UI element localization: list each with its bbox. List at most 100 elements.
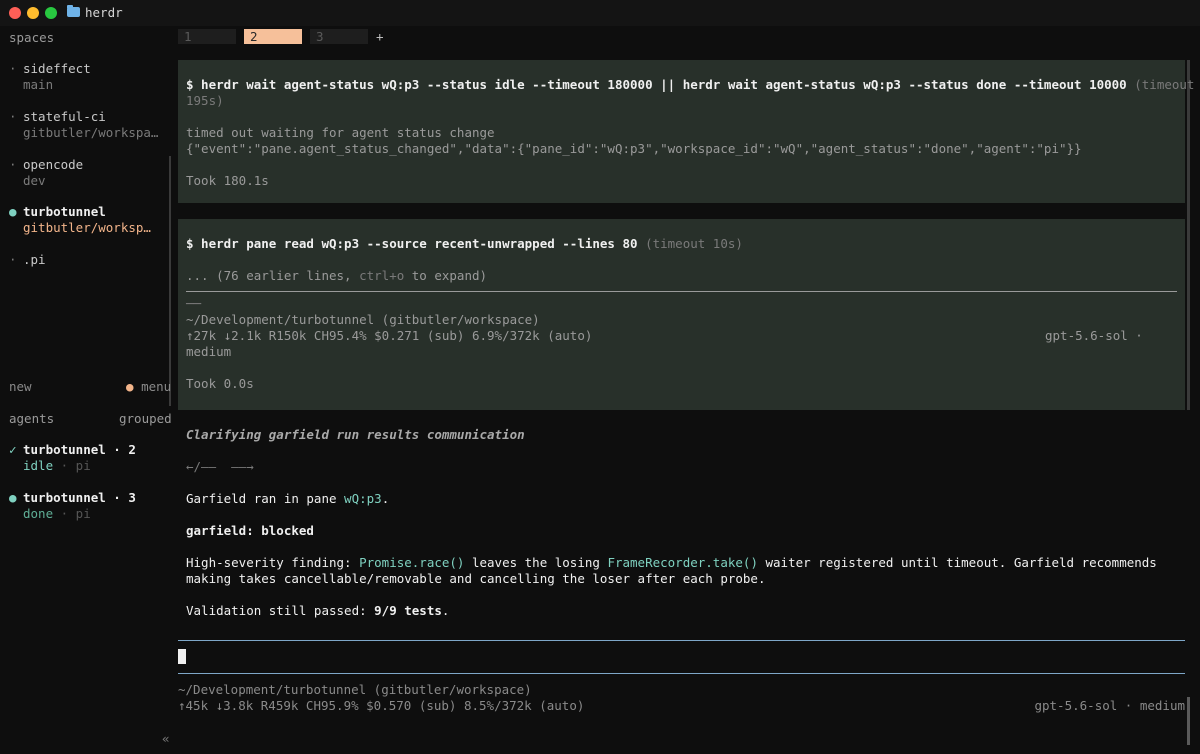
message-text: waiter registered until timeout. Garfiel… (757, 555, 1157, 570)
stats-text: ↑45k ↓3.8k R459k CH95.9% $0.570 (sub) 8.… (178, 698, 585, 713)
output-stats: ↑27k ↓2.1k R150k CH95.4% $0.271 (sub) 6.… (186, 328, 1177, 344)
title-bar: herdr (0, 0, 1200, 26)
grouped-toggle[interactable]: grouped (119, 411, 172, 426)
thinking-heading: Clarifying garfield run results communic… (186, 427, 525, 442)
agent-kind: · pi (53, 458, 91, 473)
finding-line: High-severity finding: Promise.race() le… (186, 555, 1186, 571)
output-path: ~/Development/turbotunnel (gitbutler/wor… (186, 312, 540, 327)
agent-kind: · pi (53, 506, 91, 521)
agent-status: idle (23, 458, 54, 473)
spaces-heading: spaces (9, 30, 55, 45)
space-name: turbotunnel (23, 204, 106, 219)
space-turbotunnel[interactable]: ● turbotunnel gitbutler/worksp… (9, 204, 164, 236)
command-timeout-cont: 195s) (186, 93, 224, 108)
message-text: leaves the losing (464, 555, 608, 570)
command-text: $ herdr wait agent-status wQ:p3 --status… (186, 77, 1127, 92)
earlier-text: ... (76 earlier lines, (186, 268, 360, 283)
finding-line-2: making takes cancellable/removable and c… (186, 571, 766, 586)
bullet-icon: · (9, 157, 17, 172)
message-text: . (381, 491, 390, 506)
earlier-text: to expand) (404, 268, 488, 283)
effort-text: medium (186, 344, 232, 359)
command-timeout: (timeout (1126, 77, 1195, 92)
main-scrollbar[interactable] (1187, 60, 1190, 410)
output-line: {"event":"pane.agent_status_changed","da… (186, 141, 1082, 156)
folder-icon (67, 5, 80, 17)
command-text: $ herdr pane read wQ:p3 --source recent-… (186, 236, 638, 251)
agent-turbotunnel-2[interactable]: ✓ turbotunnel · 2 idle · pi (9, 442, 169, 474)
tab-3[interactable]: 3 (310, 29, 368, 44)
space-name: stateful-ci (23, 109, 106, 124)
test-count: 9/9 tests (374, 603, 442, 618)
command-timeout: (timeout 10s) (637, 236, 743, 251)
menu-label: menu (141, 379, 172, 394)
tab-1[interactable]: 1 (178, 29, 236, 44)
tool-call-block-wait: $ herdr wait agent-status wQ:p3 --status… (178, 60, 1194, 203)
close-window-button[interactable] (9, 7, 21, 19)
footer-path: ~/Development/turbotunnel (gitbutler/wor… (178, 682, 532, 697)
agent-name: turbotunnel · 3 (23, 490, 136, 505)
space-name: sideffect (23, 61, 91, 76)
divider (186, 291, 1177, 292)
input-top-border (178, 640, 1185, 641)
bullet-icon: · (9, 61, 17, 76)
minimize-window-button[interactable] (27, 7, 39, 19)
pane-ref: wQ:p3 (344, 491, 382, 506)
agent-name: turbotunnel · 2 (23, 442, 136, 457)
new-space-button[interactable]: new (9, 379, 32, 394)
space-branch: dev (23, 173, 46, 188)
main-scrollbar-thumb[interactable] (1187, 697, 1190, 745)
status-footer: ~/Development/turbotunnel (gitbutler/wor… (178, 682, 1185, 714)
space-branch: main (23, 77, 54, 92)
agent-turbotunnel-3[interactable]: ● turbotunnel · 3 done · pi (9, 490, 169, 522)
assistant-message: Clarifying garfield run results communic… (186, 427, 1186, 619)
output-line: timed out waiting for agent status chang… (186, 125, 495, 140)
space-branch: gitbutler/workspa… (23, 125, 159, 140)
bullet-icon: · (9, 252, 17, 267)
space-pi[interactable]: · .pi (9, 252, 164, 268)
validation-line: Validation still passed: 9/9 tests. (186, 603, 1186, 619)
tool-call-block-pane-read: $ herdr pane read wQ:p3 --source recent-… (178, 219, 1185, 410)
ran-line: Garfield ran in pane wQ:p3. (186, 491, 1186, 507)
space-branch: gitbutler/worksp… (23, 220, 151, 235)
space-opencode[interactable]: · opencode dev (9, 157, 164, 189)
dash-line: ── (186, 296, 202, 311)
menu-button[interactable]: ● menu (126, 379, 171, 394)
space-stateful-ci[interactable]: · stateful-ci gitbutler/workspa… (9, 109, 164, 141)
window-title: herdr (85, 5, 123, 20)
collapse-sidebar-icon[interactable]: « (162, 731, 170, 746)
stats-text: ↑27k ↓2.1k R150k CH95.4% $0.271 (sub) 6.… (186, 328, 593, 343)
code-ref: Promise.race() (359, 555, 465, 570)
garfield-status: garfield: blocked (186, 523, 314, 538)
space-name: opencode (23, 157, 84, 172)
menu-dot-icon: ● (126, 379, 134, 394)
shortcut-hint: ctrl+o (359, 268, 405, 283)
message-text: Garfield ran in pane (186, 491, 345, 506)
took-time: Took 0.0s (186, 376, 254, 391)
check-icon: ✓ (9, 442, 17, 457)
sidebar: spaces · sideffect main · stateful-ci gitb… (0, 26, 172, 754)
input-bottom-border (178, 673, 1185, 674)
message-text: . (441, 603, 450, 618)
tab-2[interactable]: 2 (244, 29, 302, 44)
model-text: gpt-5.6-sol · medium (1034, 698, 1185, 713)
agent-status: done (23, 506, 54, 521)
code-ref: FrameRecorder.take() (607, 555, 758, 570)
add-tab-button[interactable]: + (376, 29, 384, 44)
done-dot-icon: ● (9, 490, 17, 505)
agents-heading: agents (9, 411, 55, 426)
active-dot-icon: ● (9, 204, 17, 219)
space-name: .pi (23, 252, 46, 267)
space-sideffect[interactable]: · sideffect main (9, 61, 164, 93)
sidebar-scrollbar[interactable] (169, 156, 171, 406)
footer-stats: ↑45k ↓3.8k R459k CH95.9% $0.570 (sub) 8.… (178, 698, 1185, 714)
message-text: High-severity finding: (186, 555, 360, 570)
model-text: gpt-5.6-sol · (1045, 328, 1143, 343)
bullet-icon: · (9, 109, 17, 124)
message-text: Validation still passed: (186, 603, 375, 618)
prompt-input[interactable] (178, 649, 186, 664)
took-time: Took 180.1s (186, 173, 269, 188)
earlier-lines-note[interactable]: ... (76 earlier lines, ctrl+o to expand) (186, 268, 1177, 284)
arrows-glyph: ←/—— ——→ (186, 459, 254, 474)
zoom-window-button[interactable] (45, 7, 57, 19)
